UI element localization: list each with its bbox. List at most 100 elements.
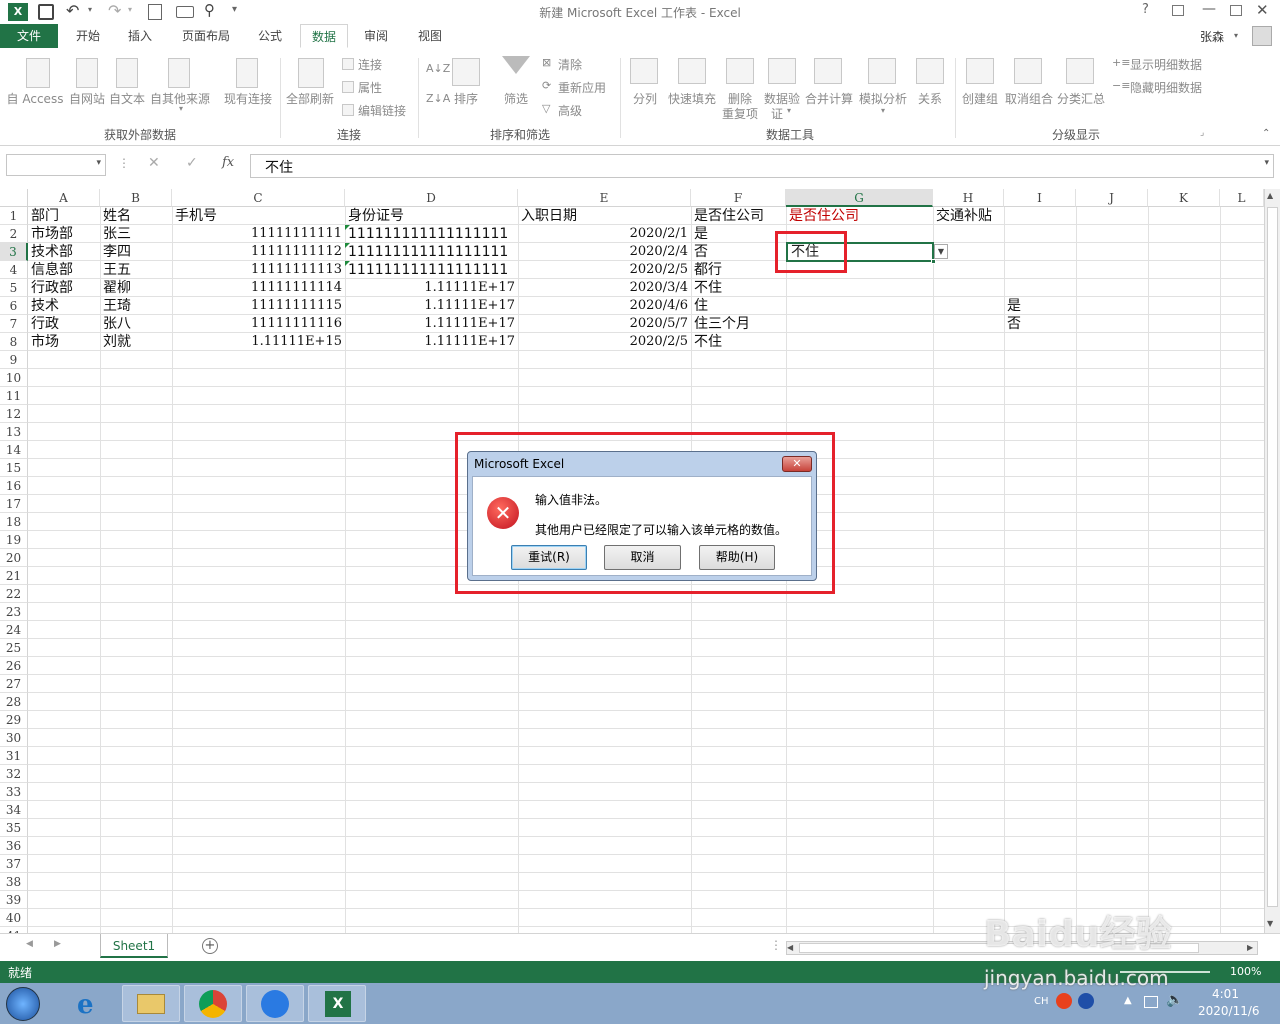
- column-header-k[interactable]: K: [1148, 189, 1220, 207]
- clock-date[interactable]: 2020/11/6: [1198, 1004, 1260, 1018]
- cell-c3[interactable]: 11111111112: [175, 243, 342, 261]
- name-box-dropdown-icon[interactable]: ▾: [96, 158, 101, 168]
- cell-d3[interactable]: 111111111111111111: [348, 243, 508, 261]
- row-header-3[interactable]: 3: [0, 243, 28, 261]
- explorer-icon[interactable]: [122, 985, 180, 1022]
- consolidate-button[interactable]: 合并计算: [802, 90, 856, 107]
- row-header-2[interactable]: 2: [0, 225, 28, 243]
- avatar[interactable]: [1252, 26, 1272, 46]
- cell-a2[interactable]: 市场部: [31, 225, 73, 243]
- cancel-entry-icon[interactable]: ✕: [148, 155, 160, 171]
- cell-c7[interactable]: 11111111116: [175, 315, 342, 333]
- cell-d6[interactable]: 1.11111E+17: [348, 297, 515, 315]
- insert-function-icon[interactable]: fx: [222, 155, 234, 170]
- tray-expand-icon[interactable]: ▲: [1124, 995, 1132, 1006]
- advanced-button[interactable]: 高级: [558, 102, 582, 119]
- cell-b2[interactable]: 张三: [103, 225, 131, 243]
- cell-c1[interactable]: 手机号: [175, 207, 217, 225]
- vertical-scrollbar[interactable]: ▲ ▼: [1264, 189, 1280, 933]
- cell-f1[interactable]: 是否住公司: [694, 207, 764, 225]
- filter-button[interactable]: 筛选: [496, 90, 536, 107]
- scroll-left-icon[interactable]: ◀: [787, 943, 793, 952]
- refresh-all-button[interactable]: 全部刷新: [284, 90, 336, 107]
- column-header-j[interactable]: J: [1076, 189, 1148, 207]
- cell-e7[interactable]: 2020/5/7: [521, 315, 688, 333]
- cell-h1[interactable]: 交通补贴: [936, 207, 992, 225]
- windows-start-icon[interactable]: [6, 987, 40, 1021]
- row-header-19[interactable]: 19: [0, 531, 28, 549]
- column-header-c[interactable]: C: [172, 189, 345, 207]
- vertical-scroll-thumb[interactable]: [1267, 207, 1278, 907]
- cell-a4[interactable]: 信息部: [31, 261, 73, 279]
- error-indicator-icon[interactable]: [345, 225, 350, 230]
- tab-insert[interactable]: 插入: [120, 24, 160, 48]
- cell-b7[interactable]: 张八: [103, 315, 131, 333]
- row-header-36[interactable]: 36: [0, 837, 28, 855]
- column-header-b[interactable]: B: [100, 189, 172, 207]
- cell-e6[interactable]: 2020/4/6: [521, 297, 688, 315]
- create-group-button[interactable]: 创建组: [960, 90, 1000, 107]
- row-header-22[interactable]: 22: [0, 585, 28, 603]
- cell-f5[interactable]: 不住: [694, 279, 722, 297]
- volume-icon[interactable]: 🔈: [1166, 992, 1183, 1008]
- row-header-16[interactable]: 16: [0, 477, 28, 495]
- column-header-d[interactable]: D: [345, 189, 518, 207]
- cell-d8[interactable]: 1.11111E+17: [348, 333, 515, 351]
- show-detail-button[interactable]: 显示明细数据: [1130, 56, 1202, 73]
- feishu-icon[interactable]: [246, 985, 304, 1022]
- scroll-up-icon[interactable]: ▲: [1267, 191, 1273, 200]
- tab-review[interactable]: 审阅: [356, 24, 396, 48]
- row-header-7[interactable]: 7: [0, 315, 28, 333]
- name-box[interactable]: ▾: [6, 154, 106, 176]
- cell-c8[interactable]: 1.11111E+15: [175, 333, 342, 351]
- row-header-30[interactable]: 30: [0, 729, 28, 747]
- cell-e1[interactable]: 入职日期: [521, 207, 577, 225]
- row-header-23[interactable]: 23: [0, 603, 28, 621]
- row-header-1[interactable]: 1: [0, 207, 28, 225]
- input-language[interactable]: CH: [1034, 996, 1049, 1007]
- row-header-8[interactable]: 8: [0, 333, 28, 351]
- tab-view[interactable]: 视图: [410, 24, 450, 48]
- column-header-h[interactable]: H: [933, 189, 1004, 207]
- cell-c6[interactable]: 11111111115: [175, 297, 342, 315]
- column-header-i[interactable]: I: [1004, 189, 1076, 207]
- cell-d7[interactable]: 1.11111E+17: [348, 315, 515, 333]
- zoom-level[interactable]: 100%: [1230, 965, 1261, 978]
- cell-f4[interactable]: 都行: [694, 261, 722, 279]
- cell-a3[interactable]: 技术部: [31, 243, 73, 261]
- row-header-24[interactable]: 24: [0, 621, 28, 639]
- cell-e4[interactable]: 2020/2/5: [521, 261, 688, 279]
- existing-connections-button[interactable]: 现有连接: [220, 90, 276, 107]
- cell-c5[interactable]: 11111111114: [175, 279, 342, 297]
- retry-button[interactable]: 重试(R): [511, 545, 587, 570]
- row-header-34[interactable]: 34: [0, 801, 28, 819]
- row-header-37[interactable]: 37: [0, 855, 28, 873]
- cell-i6[interactable]: 是: [1007, 297, 1021, 315]
- row-header-32[interactable]: 32: [0, 765, 28, 783]
- from-text-button[interactable]: 自文本: [106, 90, 148, 107]
- column-header-a[interactable]: A: [28, 189, 100, 207]
- cell-e2[interactable]: 2020/2/1: [521, 225, 688, 243]
- cell-c4[interactable]: 11111111113: [175, 261, 342, 279]
- relationships-button[interactable]: 关系: [912, 90, 948, 107]
- cell-a5[interactable]: 行政部: [31, 279, 73, 297]
- excel-icon[interactable]: X: [308, 985, 366, 1022]
- sort-button[interactable]: 排序: [446, 90, 486, 107]
- row-header-21[interactable]: 21: [0, 567, 28, 585]
- error-indicator-icon[interactable]: [345, 261, 350, 266]
- row-header-17[interactable]: 17: [0, 495, 28, 513]
- cell-b6[interactable]: 王琦: [103, 297, 131, 315]
- cell-b4[interactable]: 王五: [103, 261, 131, 279]
- cell-a1[interactable]: 部门: [31, 207, 59, 225]
- row-header-25[interactable]: 25: [0, 639, 28, 657]
- row-header-26[interactable]: 26: [0, 657, 28, 675]
- cell-e8[interactable]: 2020/2/5: [521, 333, 688, 351]
- ribbon-display-icon[interactable]: [1172, 5, 1184, 16]
- user-name[interactable]: 张森: [1200, 28, 1224, 45]
- column-header-e[interactable]: E: [518, 189, 691, 207]
- flash-fill-button[interactable]: 快速填充: [666, 90, 718, 107]
- outline-dialog-launcher-icon[interactable]: ⌟: [1200, 128, 1204, 138]
- row-header-31[interactable]: 31: [0, 747, 28, 765]
- formula-input[interactable]: 不住 ▾: [250, 154, 1274, 178]
- tab-file[interactable]: 文件: [0, 24, 58, 48]
